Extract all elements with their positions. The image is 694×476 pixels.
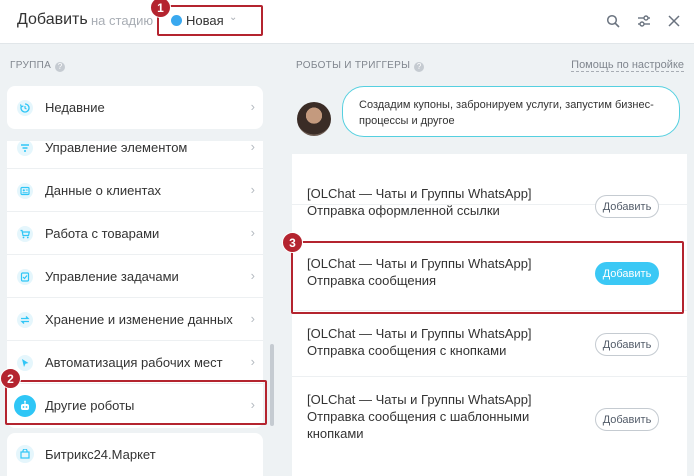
- menu-item-label: Недавние: [45, 100, 105, 115]
- menu-item-products[interactable]: Работа с товарами ›: [7, 212, 263, 255]
- hint-bubble: Создадим купоны, забронируем услуги, зап…: [342, 86, 680, 137]
- robot-title: [OLChat — Чаты и Группы WhatsApp] Отправ…: [307, 185, 577, 219]
- chevron-right-icon: ›: [250, 141, 255, 154]
- assistant-avatar: [297, 102, 331, 136]
- add-robot-button[interactable]: Добавить: [595, 195, 659, 218]
- cart-icon: [17, 226, 33, 242]
- chevron-right-icon: ›: [250, 311, 255, 326]
- market-icon: [16, 445, 34, 463]
- chevron-right-icon: ›: [250, 182, 255, 197]
- menu-item-label: Другие роботы: [45, 398, 135, 413]
- robot-vendor: [OLChat — Чаты и Группы WhatsApp]: [307, 186, 532, 201]
- cursor-icon: [17, 355, 33, 371]
- robot-vendor: [OLChat — Чаты и Группы WhatsApp]: [307, 256, 532, 271]
- robots-list: [OLChat — Чаты и Группы WhatsApp] Отправ…: [292, 154, 687, 476]
- help-icon[interactable]: ?: [414, 62, 425, 72]
- stage-select[interactable]: Новая ⌄: [157, 5, 263, 36]
- menu-item-data-storage[interactable]: Хранение и изменение данных ›: [7, 298, 263, 341]
- robot-name: Отправка сообщения: [307, 273, 437, 288]
- settings-sliders-icon[interactable]: [633, 10, 655, 32]
- chevron-right-icon: ›: [250, 354, 255, 369]
- menu-item-recent[interactable]: Недавние ›: [7, 86, 263, 129]
- menu-item-label: Автоматизация рабочих мест: [45, 355, 223, 370]
- chevron-right-icon: ›: [250, 225, 255, 240]
- stage-color-dot: [171, 15, 182, 26]
- market-label: Битрикс24.Маркет: [45, 447, 156, 462]
- contact-card-icon: [17, 183, 33, 199]
- robots-section-title: РОБОТЫ И ТРИГГЕРЫ: [296, 60, 411, 71]
- add-robot-button[interactable]: Добавить: [595, 262, 659, 285]
- group-section-label: ГРУППА?: [10, 60, 66, 72]
- step-badge-2: 2: [0, 368, 21, 389]
- menu-item-tasks[interactable]: Управление задачами ›: [7, 255, 263, 298]
- robot-title: [OLChat — Чаты и Группы WhatsApp] Отправ…: [307, 391, 577, 442]
- robots-section-label: РОБОТЫ И ТРИГГЕРЫ?: [296, 60, 425, 72]
- robot-name: Отправка сообщения с кнопками: [307, 343, 507, 358]
- robot-vendor: [OLChat — Чаты и Группы WhatsApp]: [307, 392, 532, 407]
- menu-item-element[interactable]: Управление элементом ›: [7, 141, 263, 169]
- filter-icon: [17, 141, 33, 156]
- robot-name: Отправка оформленной ссылки: [307, 203, 500, 218]
- robot-name-continued: кнопками: [307, 426, 364, 441]
- help-settings-link[interactable]: Помощь по настройке: [571, 59, 684, 72]
- group-panel: ГРУППА? Недавние › Управление элементом …: [0, 45, 279, 476]
- search-icon[interactable]: [602, 10, 624, 32]
- sync-icon: [17, 312, 33, 328]
- stage-caption: на стадию: [91, 13, 154, 28]
- market-card[interactable]: Битрикс24.Маркет: [7, 433, 263, 476]
- history-icon: [17, 100, 33, 116]
- chevron-right-icon: ›: [250, 268, 255, 283]
- robot-item[interactable]: [OLChat — Чаты и Группы WhatsApp] Отправ…: [292, 377, 687, 476]
- add-robot-button[interactable]: Добавить: [595, 408, 659, 431]
- step-badge-3: 3: [282, 232, 303, 253]
- robot-item[interactable]: [OLChat — Чаты и Группы WhatsApp] Отправ…: [292, 311, 687, 377]
- menu-item-label: Управление элементом: [45, 141, 188, 155]
- chevron-right-icon: ›: [250, 397, 255, 412]
- group-list: Управление элементом › Данные о клиентах…: [7, 141, 263, 428]
- close-icon[interactable]: [663, 10, 685, 32]
- robots-panel: РОБОТЫ И ТРИГГЕРЫ? Помощь по настройке С…: [280, 45, 694, 476]
- chevron-down-icon: ⌄: [229, 12, 238, 23]
- robot-vendor: [OLChat — Чаты и Группы WhatsApp]: [307, 326, 532, 341]
- menu-item-workplace[interactable]: Автоматизация рабочих мест ›: [7, 341, 263, 384]
- recent-card: Недавние ›: [7, 86, 263, 129]
- help-icon[interactable]: ?: [55, 62, 66, 72]
- menu-item-other-robots[interactable]: Другие роботы ›: [7, 384, 263, 427]
- menu-item-clients[interactable]: Данные о клиентах ›: [7, 169, 263, 212]
- menu-item-label: Хранение и изменение данных: [45, 312, 233, 327]
- add-robot-button[interactable]: Добавить: [595, 333, 659, 356]
- group-section-title: ГРУППА: [10, 60, 52, 71]
- menu-item-label: Управление задачами: [45, 269, 179, 284]
- task-icon: [17, 269, 33, 285]
- robot-item[interactable]: [OLChat — Чаты и Группы WhatsApp] Отправ…: [292, 241, 687, 311]
- menu-item-label: Работа с товарами: [45, 226, 160, 241]
- robot-title: [OLChat — Чаты и Группы WhatsApp] Отправ…: [307, 255, 577, 289]
- stage-label: Новая: [186, 13, 224, 28]
- robot-name: Отправка сообщения с шаблонными: [307, 409, 530, 424]
- header: Добавить на стадию Новая ⌄: [0, 0, 694, 44]
- robot-title: [OLChat — Чаты и Группы WhatsApp] Отправ…: [307, 325, 577, 359]
- group-scrollbar[interactable]: [270, 344, 274, 426]
- chevron-right-icon: ›: [250, 99, 255, 114]
- page-title: Добавить: [17, 11, 88, 28]
- menu-item-label: Данные о клиентах: [45, 183, 162, 198]
- robot-icon: [14, 395, 36, 417]
